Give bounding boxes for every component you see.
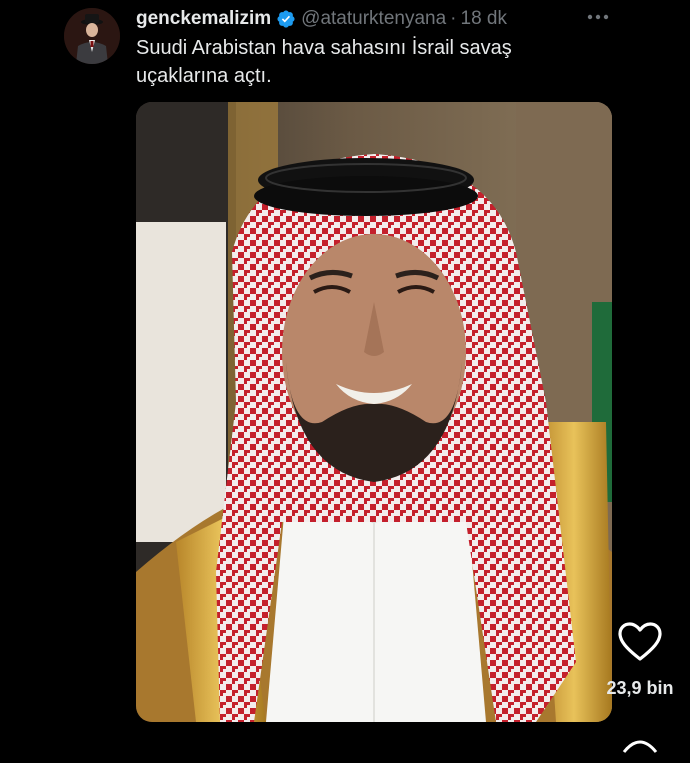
tweet-media-image[interactable] [136,102,612,722]
tweet-text: Suudi Arabistan hava sahasını İsrail sav… [136,37,512,87]
like-button[interactable] [616,618,664,662]
display-name[interactable]: genckemalizim [136,8,271,30]
heart-icon [618,622,662,661]
avatar[interactable] [64,8,120,64]
user-handle[interactable]: @ataturktenyana [301,8,446,30]
more-options-icon[interactable] [584,5,612,29]
like-count: 23,9 bin [606,678,674,698]
next-action-icon[interactable] [616,728,664,758]
verified-badge-icon [276,9,296,29]
tweet-header: genckemalizim @ataturktenyana · 18 dk [136,6,507,32]
timestamp[interactable]: 18 dk [461,8,507,30]
separator-dot: · [450,8,457,29]
